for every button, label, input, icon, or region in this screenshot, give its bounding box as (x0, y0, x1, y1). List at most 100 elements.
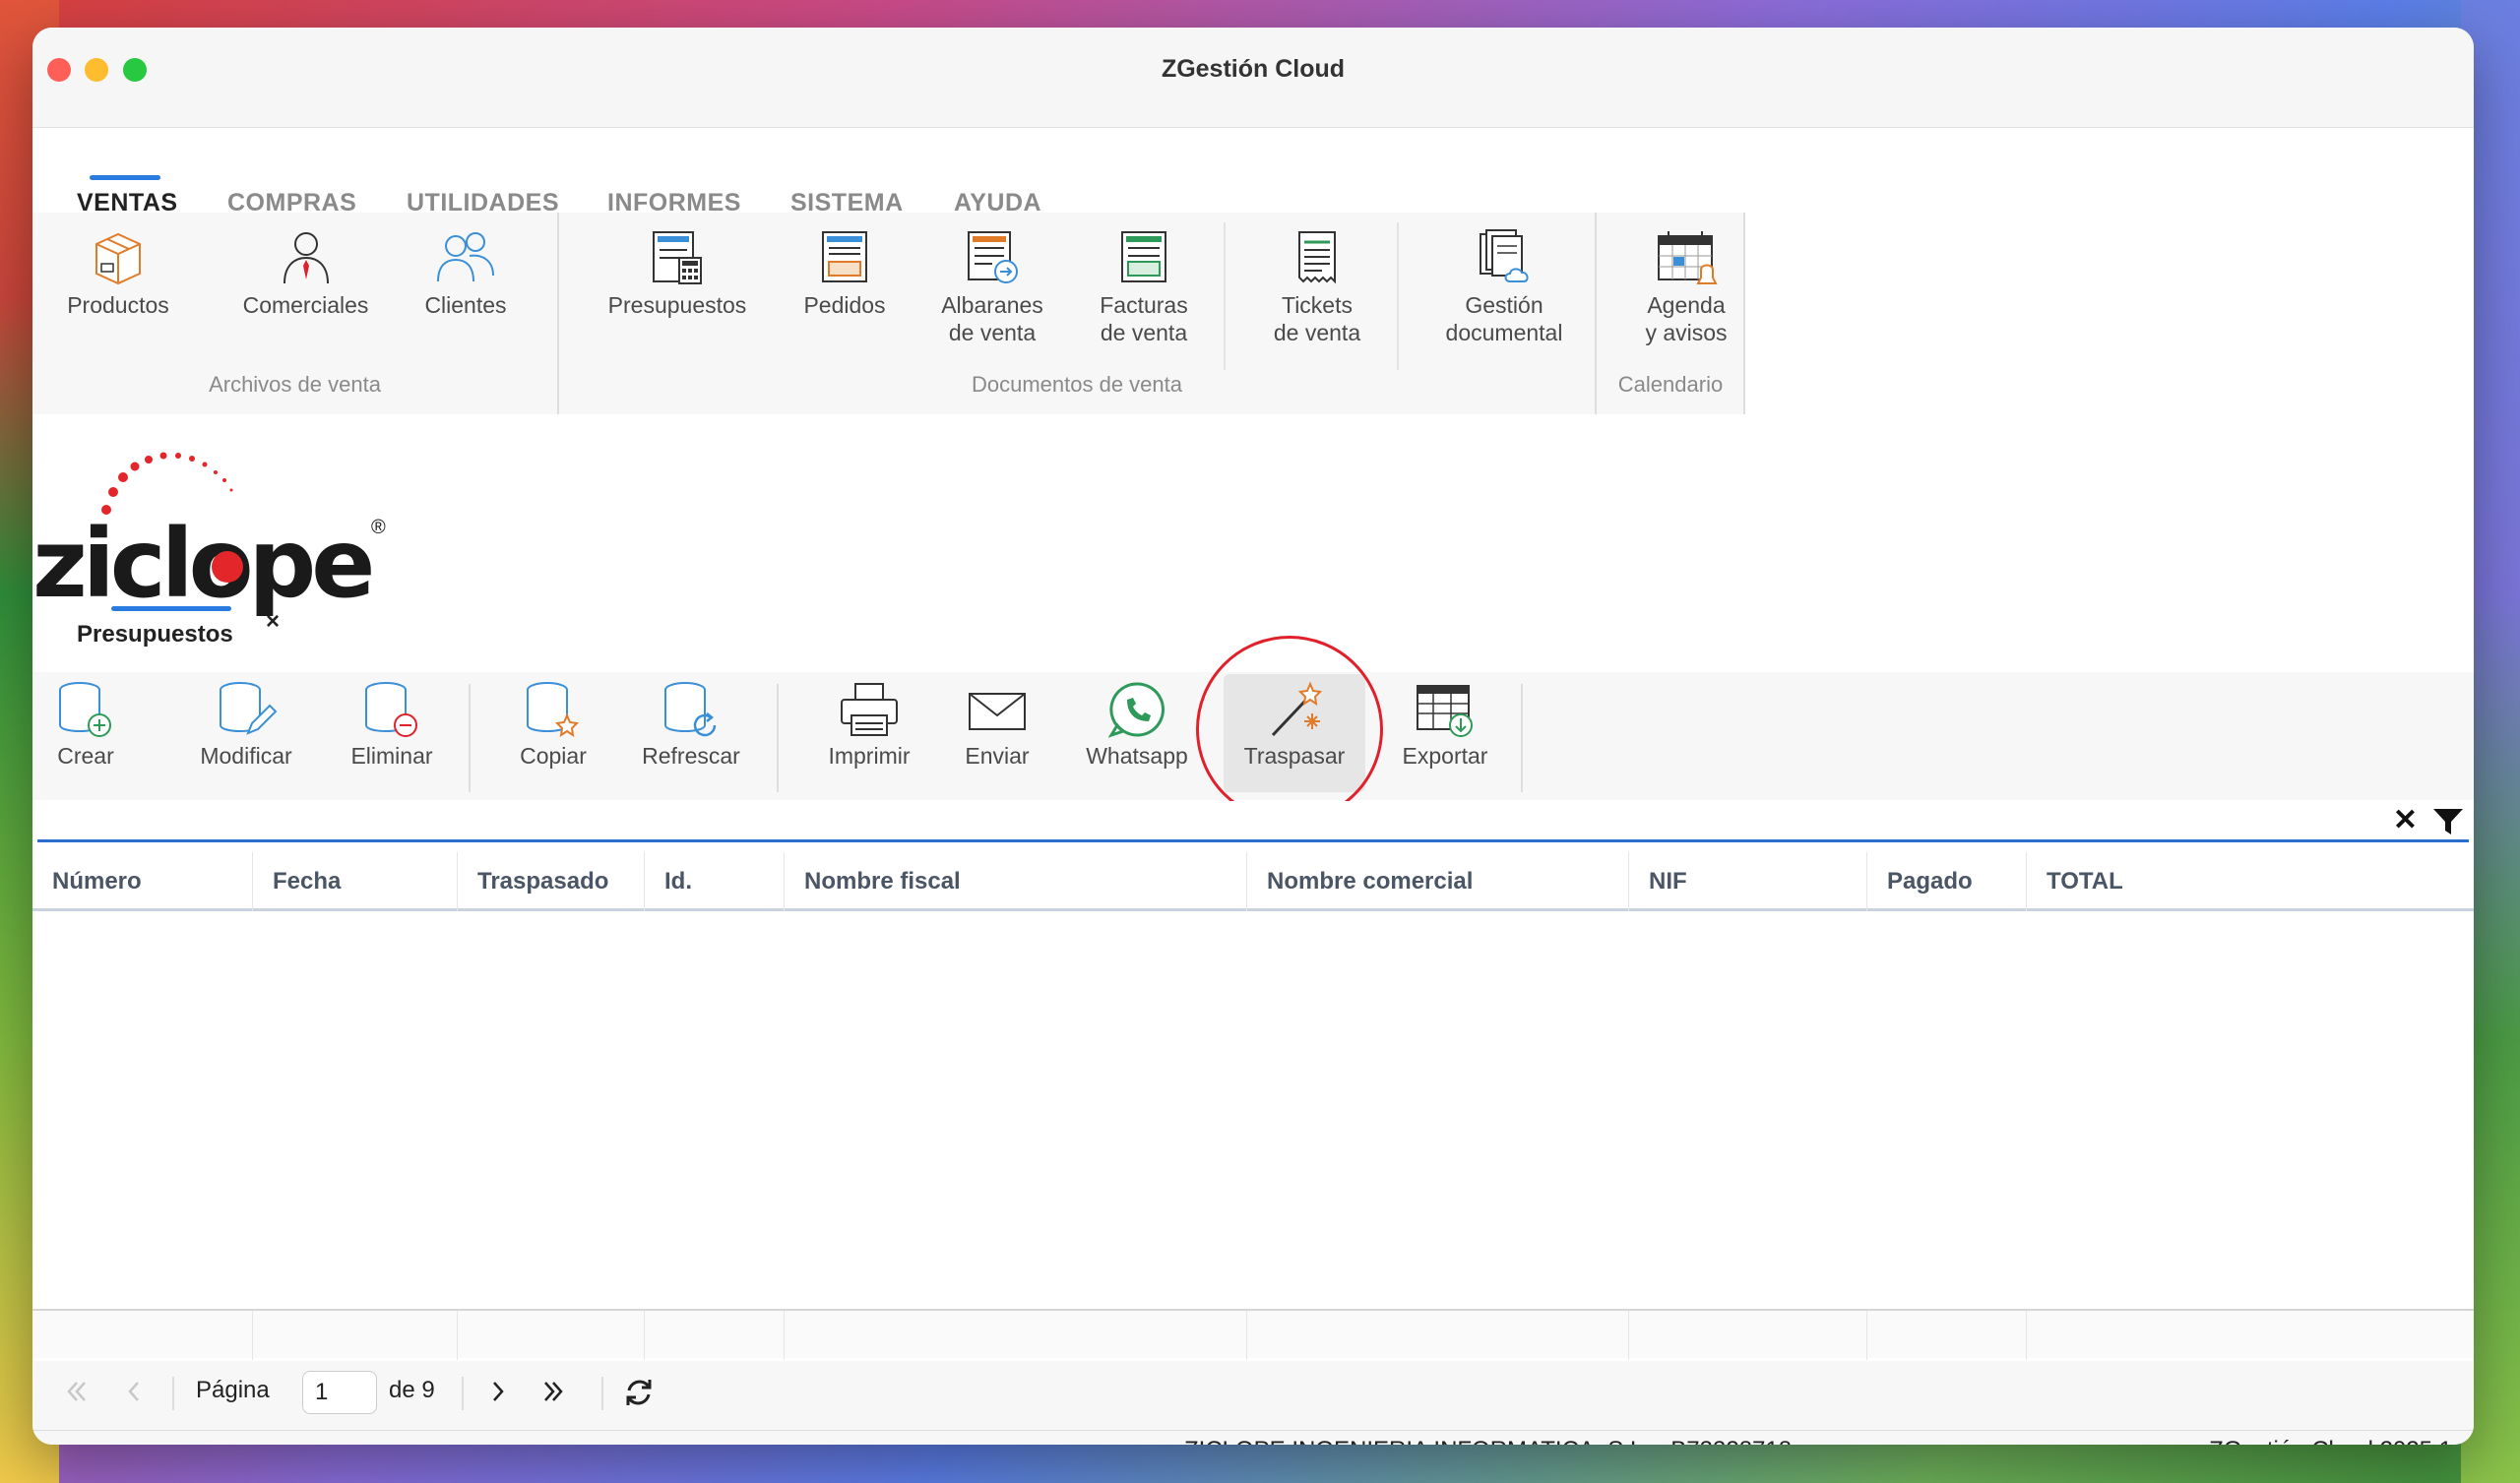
gestion-label-1: Gestión (1465, 292, 1544, 318)
modificar-label: Modificar (200, 743, 292, 769)
highlight-circle-annotation (1196, 636, 1383, 823)
productos-button[interactable]: Productos (49, 228, 187, 319)
tickets-button[interactable]: Tickets de venta (1253, 228, 1381, 346)
pager-separator (172, 1377, 174, 1410)
agenda-button[interactable]: Agenda y avisos (1617, 228, 1755, 346)
presupuestos-label: Presupuestos (607, 292, 747, 318)
pedidos-button[interactable]: Pedidos (786, 228, 904, 319)
database-refresh-icon (664, 682, 717, 737)
close-tab-icon[interactable]: × (266, 608, 280, 636)
whatsapp-button[interactable]: Whatsapp (1076, 680, 1198, 770)
albaranes-label-1: Albaranes (941, 292, 1043, 318)
column-header-total[interactable]: TOTAL (2027, 852, 2474, 911)
column-header-nif[interactable]: NIF (1629, 852, 1867, 911)
envelope-icon (969, 693, 1026, 730)
copiar-button[interactable]: Copiar (507, 680, 599, 770)
logo-wordmark: ziclope (32, 509, 371, 618)
column-header-pagado[interactable]: Pagado (1867, 852, 2027, 911)
pager-separator (601, 1377, 603, 1410)
status-bar: ZICLOPE INGENIERIA INFORMATICA, S.L. - B… (32, 1430, 2474, 1445)
database-copy-icon (527, 682, 580, 738)
box-icon (95, 232, 141, 285)
ribbon-subseparator (1397, 222, 1399, 370)
comerciales-label: Comerciales (242, 292, 369, 318)
next-page-icon[interactable] (481, 1375, 515, 1408)
database-edit-icon (220, 682, 278, 735)
clientes-button[interactable]: Clientes (402, 228, 530, 319)
previous-page-icon[interactable] (117, 1375, 151, 1408)
calendar-bell-icon (1658, 231, 1718, 284)
exportar-button[interactable]: Exportar (1391, 680, 1499, 770)
group-label-calendario: Calendario (1617, 372, 1724, 397)
presupuestos-button[interactable]: Presupuestos (598, 228, 756, 319)
pagination-bar: Página de 9 (32, 1361, 2474, 1430)
comerciales-button[interactable]: Comerciales (229, 228, 382, 319)
tickets-label-1: Tickets (1282, 292, 1353, 318)
page-number-input[interactable] (302, 1371, 377, 1414)
salesperson-icon (283, 232, 329, 284)
ribbon-separator (1743, 213, 1745, 414)
imprimir-button[interactable]: Imprimir (818, 680, 920, 770)
pedidos-label: Pedidos (803, 292, 886, 318)
crear-label: Crear (57, 743, 114, 769)
tickets-label-2: de venta (1273, 320, 1361, 345)
footer-cell (1629, 1311, 1867, 1360)
company-info: ZICLOPE INGENIERIA INFORMATICA, S.L. - B… (1184, 1437, 1792, 1445)
clear-search-icon[interactable]: ✕ (2393, 803, 2418, 837)
footer-cell (458, 1311, 645, 1360)
first-page-icon[interactable] (60, 1375, 94, 1408)
refresh-icon[interactable] (621, 1375, 657, 1410)
search-input[interactable] (37, 801, 2380, 838)
eliminar-button[interactable]: Eliminar (343, 680, 441, 770)
page-total-label: de 9 (389, 1377, 435, 1403)
document-tab-presupuestos[interactable]: Presupuestos (77, 621, 233, 649)
column-header-traspasado[interactable]: Traspasado (458, 852, 645, 911)
title-bar: ZGestión Cloud (32, 28, 2474, 128)
refrescar-button[interactable]: Refrescar (636, 680, 746, 770)
database-add-icon (59, 682, 111, 737)
ribbon-subseparator (1224, 222, 1226, 370)
ribbon: Productos Comerciales Clientes Archivos … (32, 213, 1745, 414)
crear-button[interactable]: Crear (46, 680, 125, 770)
toolbar-separator (777, 684, 779, 792)
albaranes-label-2: de venta (948, 320, 1037, 345)
app-window: ZGestión Cloud VENTAS COMPRAS UTILIDADES… (32, 28, 2474, 1445)
enviar-button[interactable]: Enviar (948, 680, 1046, 770)
albaranes-button[interactable]: Albaranes de venta (923, 228, 1061, 346)
table-footer (32, 1309, 2474, 1360)
document-tab-indicator (111, 606, 231, 611)
productos-label: Productos (67, 292, 169, 318)
footer-cell (785, 1311, 1247, 1360)
column-header-numero[interactable]: Número (32, 852, 253, 911)
column-header-fecha[interactable]: Fecha (253, 852, 458, 911)
agenda-label-2: y avisos (1645, 320, 1728, 345)
column-header-nombre-comercial[interactable]: Nombre comercial (1247, 852, 1629, 911)
filter-icon[interactable] (2431, 807, 2465, 836)
column-header-nombre-fiscal[interactable]: Nombre fiscal (785, 852, 1247, 911)
group-label-archivos: Archivos de venta (209, 372, 381, 397)
window-title: ZGestión Cloud (1161, 55, 1346, 83)
ziclope-logo: ziclope ® (32, 452, 386, 618)
gestion-documental-button[interactable]: Gestión documental (1430, 228, 1578, 346)
table-header: Número Fecha Traspasado Id. Nombre fisca… (32, 852, 2474, 911)
registered-mark: ® (371, 517, 386, 538)
footer-cell (645, 1311, 785, 1360)
pager-separator (462, 1377, 464, 1410)
facturas-button[interactable]: Facturas de venta (1080, 228, 1208, 346)
documents-cloud-icon (1480, 229, 1529, 282)
quote-calculator-icon (653, 231, 702, 284)
footer-cell (1247, 1311, 1629, 1360)
search-bar: ✕ (37, 801, 2469, 842)
refrescar-label: Refrescar (642, 743, 740, 769)
active-tab-indicator (90, 175, 160, 180)
clients-icon (437, 232, 494, 282)
last-page-icon[interactable] (536, 1375, 570, 1408)
invoice-icon (1121, 231, 1166, 282)
whatsapp-label: Whatsapp (1086, 743, 1188, 769)
toolbar-separator (469, 684, 471, 792)
footer-cell (1867, 1311, 2027, 1360)
modificar-button[interactable]: Modificar (192, 680, 300, 770)
gestion-label-2: documental (1445, 320, 1563, 345)
column-header-id[interactable]: Id. (645, 852, 785, 911)
exportar-label: Exportar (1402, 743, 1488, 769)
